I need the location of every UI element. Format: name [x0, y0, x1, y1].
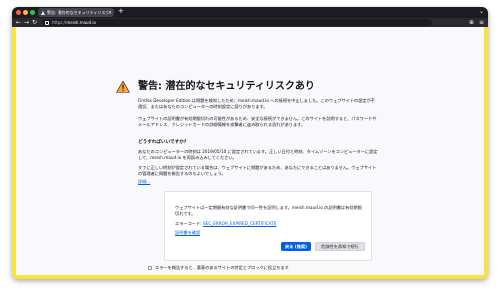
view-certificate-link[interactable]: 証明書を確認	[175, 230, 200, 236]
warning-icon	[41, 10, 45, 15]
tab-bar: 警告: 潜在的なセキュリティリスク × + ⌄	[12, 7, 488, 18]
error-page: 警告: 潜在的なセキュリティリスクあり Firefox Developer Ed…	[16, 27, 484, 275]
toolbar-right: ⊕ ≡	[469, 19, 484, 26]
url-prefix: https://	[52, 20, 67, 25]
close-window-button[interactable]	[16, 10, 21, 15]
back-icon[interactable]: ←	[16, 19, 21, 26]
forward-icon[interactable]: →	[24, 19, 29, 26]
browser-window: 警告: 潜在的なセキュリティリスク × + ⌄ ← → ↻ https:// m…	[12, 7, 488, 279]
tab-active[interactable]: 警告: 潜在的なセキュリティリスク ×	[38, 8, 114, 17]
accept-risk-button[interactable]: 危険性を承知で続行	[315, 242, 365, 251]
extensions-icon[interactable]: ⊕	[469, 19, 474, 26]
report-errors: エラーを報告すると、悪意のあるサイトの特定とブロックに役立ちます	[148, 265, 289, 271]
page-title: 警告: 潜在的なセキュリティリスクあり	[138, 81, 315, 92]
warning-icon	[116, 80, 130, 93]
error-code-label: エラーコード:	[175, 221, 202, 226]
window-controls	[16, 10, 35, 15]
menu-icon[interactable]: ≡	[479, 19, 484, 26]
intro-text-2: ウェブサイトの証明書が有効期限切れの可能性があるため、安全な接続ができません。こ…	[138, 116, 377, 127]
nav-bar: ← → ↻ https:// meish.maud.io ⊕ ≡	[12, 18, 488, 27]
list-tabs-icon[interactable]: ⌄	[479, 8, 484, 15]
url-bar[interactable]: https:// meish.maud.io	[42, 19, 432, 26]
zoom-window-button[interactable]	[30, 10, 35, 15]
go-back-button-2[interactable]: 戻る (推奨)	[281, 242, 311, 251]
what-to-do-text-2: すでに正しい時刻が設定されている場合は、ウェブサイトに問題があるため、あなたにで…	[138, 165, 377, 176]
report-label: エラーを報告すると、悪意のあるサイトの特定とブロックに役立ちます	[155, 265, 289, 270]
what-to-do-heading: どうすればいいですか?	[138, 140, 187, 145]
new-tab-button[interactable]: +	[118, 7, 124, 15]
url-host: meish.maud.io	[66, 20, 96, 25]
close-icon[interactable]: ×	[108, 10, 112, 16]
error-code-line: エラーコード: SEC_ERROR_EXPIRED_CERTIFICATE	[175, 221, 276, 227]
advanced-panel: ウェブサイトは一定期間有効な証明書で同一性を証明します。meish.maud.i…	[164, 191, 372, 261]
intro-text-1: Firefox Developer Edition は問題を検知したため、mei…	[138, 98, 375, 109]
error-code-link[interactable]: SEC_ERROR_EXPIRED_CERTIFICATE	[203, 221, 277, 226]
minimize-window-button[interactable]	[23, 10, 28, 15]
reload-icon[interactable]: ↻	[32, 19, 37, 26]
report-checkbox[interactable]	[148, 266, 152, 270]
learn-more-link[interactable]: 詳細...	[138, 179, 150, 185]
insecure-lock-icon[interactable]	[45, 20, 49, 25]
tab-title: 警告: 潜在的なセキュリティリスク	[47, 9, 108, 15]
what-to-do-text-1: あなたのコンピューターの時刻は 2019/05/10 に設定されています。正しい…	[138, 149, 378, 160]
advanced-explanation: ウェブサイトは一定期間有効な証明書で同一性を証明します。meish.maud.i…	[175, 205, 362, 216]
